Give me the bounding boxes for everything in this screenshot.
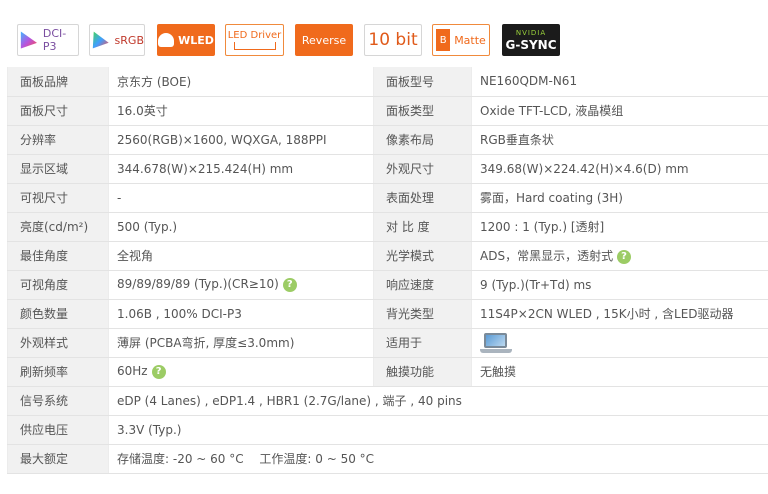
- spec-value: 薄屏 (PCBA弯折, 厚度≤3.0mm): [108, 328, 374, 358]
- spec-value-cell: 89/89/89/89 (Typ.)(CR≥10)?: [108, 270, 374, 300]
- spec-value: 京东方 (BOE): [108, 67, 374, 97]
- dci-p3-label: DCI-P3: [42, 27, 67, 53]
- spec-label: 可视角度: [7, 270, 109, 300]
- laptop-icon[interactable]: [480, 332, 512, 354]
- help-icon[interactable]: ?: [617, 249, 632, 264]
- dci-p3-badge: DCI-P3: [17, 24, 79, 56]
- spec-label: 可视尺寸: [7, 183, 109, 213]
- wled-label: WLED: [178, 33, 214, 47]
- spec-value-cell: 60Hz?: [108, 357, 374, 387]
- nvidia-label: NVIDIA: [515, 28, 547, 37]
- panel-spec-table: 面板品牌 京东方 (BOE) 面板型号 NE160QDM-N61 面板尺寸 16…: [7, 67, 768, 474]
- spec-value: 500 (Typ.): [108, 212, 374, 242]
- spec-label: 颜色数量: [7, 299, 109, 329]
- spec-value: 存储温度: -20 ~ 60 °C 工作温度: 0 ~ 50 °C: [108, 444, 768, 474]
- spec-label: 面板型号: [373, 67, 472, 97]
- spec-label: 对 比 度: [373, 212, 472, 242]
- wled-badge: WLED: [157, 24, 215, 56]
- spec-label: 刷新频率: [7, 357, 109, 387]
- spec-value: eDP (4 Lanes) , eDP1.4 , HBR1 (2.7G/lane…: [108, 386, 768, 416]
- spec-value: ADS，常黑显示，透射式: [480, 249, 614, 263]
- spec-label: 触摸功能: [373, 357, 472, 387]
- spec-label: 适用于: [373, 328, 472, 358]
- spec-row: 可视角度 89/89/89/89 (Typ.)(CR≥10)? 响应速度 9 (…: [7, 270, 768, 300]
- 10bit-label: 10 bit: [368, 30, 418, 50]
- gsync-label: G-SYNC: [505, 37, 557, 52]
- help-icon[interactable]: ?: [282, 277, 297, 292]
- spec-label: 面板尺寸: [7, 96, 109, 126]
- spec-row: 面板品牌 京东方 (BOE) 面板型号 NE160QDM-N61: [7, 67, 768, 97]
- spec-value: 11S4P×2CN WLED , 15K小时 , 含LED驱动器: [471, 299, 768, 329]
- spec-value: Oxide TFT-LCD, 液晶模组: [471, 96, 768, 126]
- spec-label: 最佳角度: [7, 241, 109, 271]
- spec-value-cell: ADS，常黑显示，透射式?: [471, 241, 768, 271]
- spec-label: 亮度(cd/m²): [7, 212, 109, 242]
- spec-value: 60Hz: [117, 364, 148, 379]
- spec-value: 1200 : 1 (Typ.) [透射]: [471, 212, 768, 242]
- spec-row: 面板尺寸 16.0英寸 面板类型 Oxide TFT-LCD, 液晶模组: [7, 96, 768, 126]
- matte-label: Matte: [454, 33, 486, 47]
- spec-value: NE160QDM-N61: [471, 67, 768, 97]
- spec-row: 显示区域 344.678(W)×215.424(H) mm 外观尺寸 349.6…: [7, 154, 768, 184]
- spec-label: 像素布局: [373, 125, 472, 155]
- spec-row: 可视尺寸 - 表面处理 雾面，Hard coating (3H): [7, 183, 768, 213]
- spec-label: 光学模式: [373, 241, 472, 271]
- spec-label: 外观尺寸: [373, 154, 472, 184]
- spec-value: RGB垂直条状: [471, 125, 768, 155]
- spec-value: 9 (Typ.)(Tr+Td) ms: [471, 270, 768, 300]
- spec-label: 信号系统: [7, 386, 109, 416]
- led-bulb-icon: [158, 33, 175, 47]
- spec-label: 背光类型: [373, 299, 472, 329]
- spec-value: 雾面，Hard coating (3H): [471, 183, 768, 213]
- spec-label: 表面处理: [373, 183, 472, 213]
- spec-value: 344.678(W)×215.424(H) mm: [108, 154, 374, 184]
- spec-row: 信号系统 eDP (4 Lanes) , eDP1.4 , HBR1 (2.7G…: [7, 386, 768, 416]
- 10bit-badge: 10 bit: [364, 24, 422, 56]
- spec-row: 刷新频率 60Hz? 触摸功能 无触摸: [7, 357, 768, 387]
- spec-label: 最大额定: [7, 444, 109, 474]
- spec-value-cell: [471, 328, 768, 358]
- spec-label: 外观样式: [7, 328, 109, 358]
- gsync-badge: NVIDIA G-SYNC: [502, 24, 560, 56]
- matte-badge: B Matte: [432, 24, 490, 56]
- spec-value: -: [108, 183, 374, 213]
- matte-letter-icon: B: [436, 29, 451, 51]
- spec-label: 供应电压: [7, 415, 109, 445]
- reverse-badge: Reverse: [295, 24, 353, 56]
- color-gamut-icon: [20, 31, 37, 49]
- help-icon[interactable]: ?: [151, 364, 166, 379]
- spec-label: 分辨率: [7, 125, 109, 155]
- spec-row: 最大额定 存储温度: -20 ~ 60 °C 工作温度: 0 ~ 50 °C: [7, 444, 768, 474]
- spec-row: 分辨率 2560(RGB)×1600, WQXGA, 188PPI 像素布局 R…: [7, 125, 768, 155]
- color-gamut-icon: [92, 31, 109, 49]
- srgb-label: sRGB: [114, 33, 144, 47]
- spec-value: 16.0英寸: [108, 96, 374, 126]
- srgb-badge: sRGB: [89, 24, 145, 56]
- led-driver-badge: LED Driver: [225, 24, 284, 56]
- spec-label: 面板品牌: [7, 67, 109, 97]
- reverse-label: Reverse: [301, 33, 347, 47]
- spec-value: 3.3V (Typ.): [108, 415, 768, 445]
- spec-label: 面板类型: [373, 96, 472, 126]
- spec-label: 响应速度: [373, 270, 472, 300]
- spec-value: 全视角: [108, 241, 374, 271]
- spec-row: 供应电压 3.3V (Typ.): [7, 415, 768, 445]
- spec-row: 外观样式 薄屏 (PCBA弯折, 厚度≤3.0mm) 适用于: [7, 328, 768, 358]
- spec-value: 89/89/89/89 (Typ.)(CR≥10): [117, 277, 279, 292]
- led-driver-bracket-icon: [233, 42, 276, 50]
- spec-value: 2560(RGB)×1600, WQXGA, 188PPI: [108, 125, 374, 155]
- spec-value: 无触摸: [471, 357, 768, 387]
- led-driver-label: LED Driver: [227, 30, 282, 41]
- spec-row: 最佳角度 全视角 光学模式 ADS，常黑显示，透射式?: [7, 241, 768, 271]
- feature-badge-bar: DCI-P3 sRGB WLED LED Driver Reverse 10 b…: [0, 0, 768, 66]
- spec-value: 349.68(W)×224.42(H)×4.6(D) mm: [471, 154, 768, 184]
- spec-label: 显示区域: [7, 154, 109, 184]
- spec-row: 亮度(cd/m²) 500 (Typ.) 对 比 度 1200 : 1 (Typ…: [7, 212, 768, 242]
- spec-value: 1.06B , 100% DCI-P3: [108, 299, 374, 329]
- spec-row: 颜色数量 1.06B , 100% DCI-P3 背光类型 11S4P×2CN …: [7, 299, 768, 329]
